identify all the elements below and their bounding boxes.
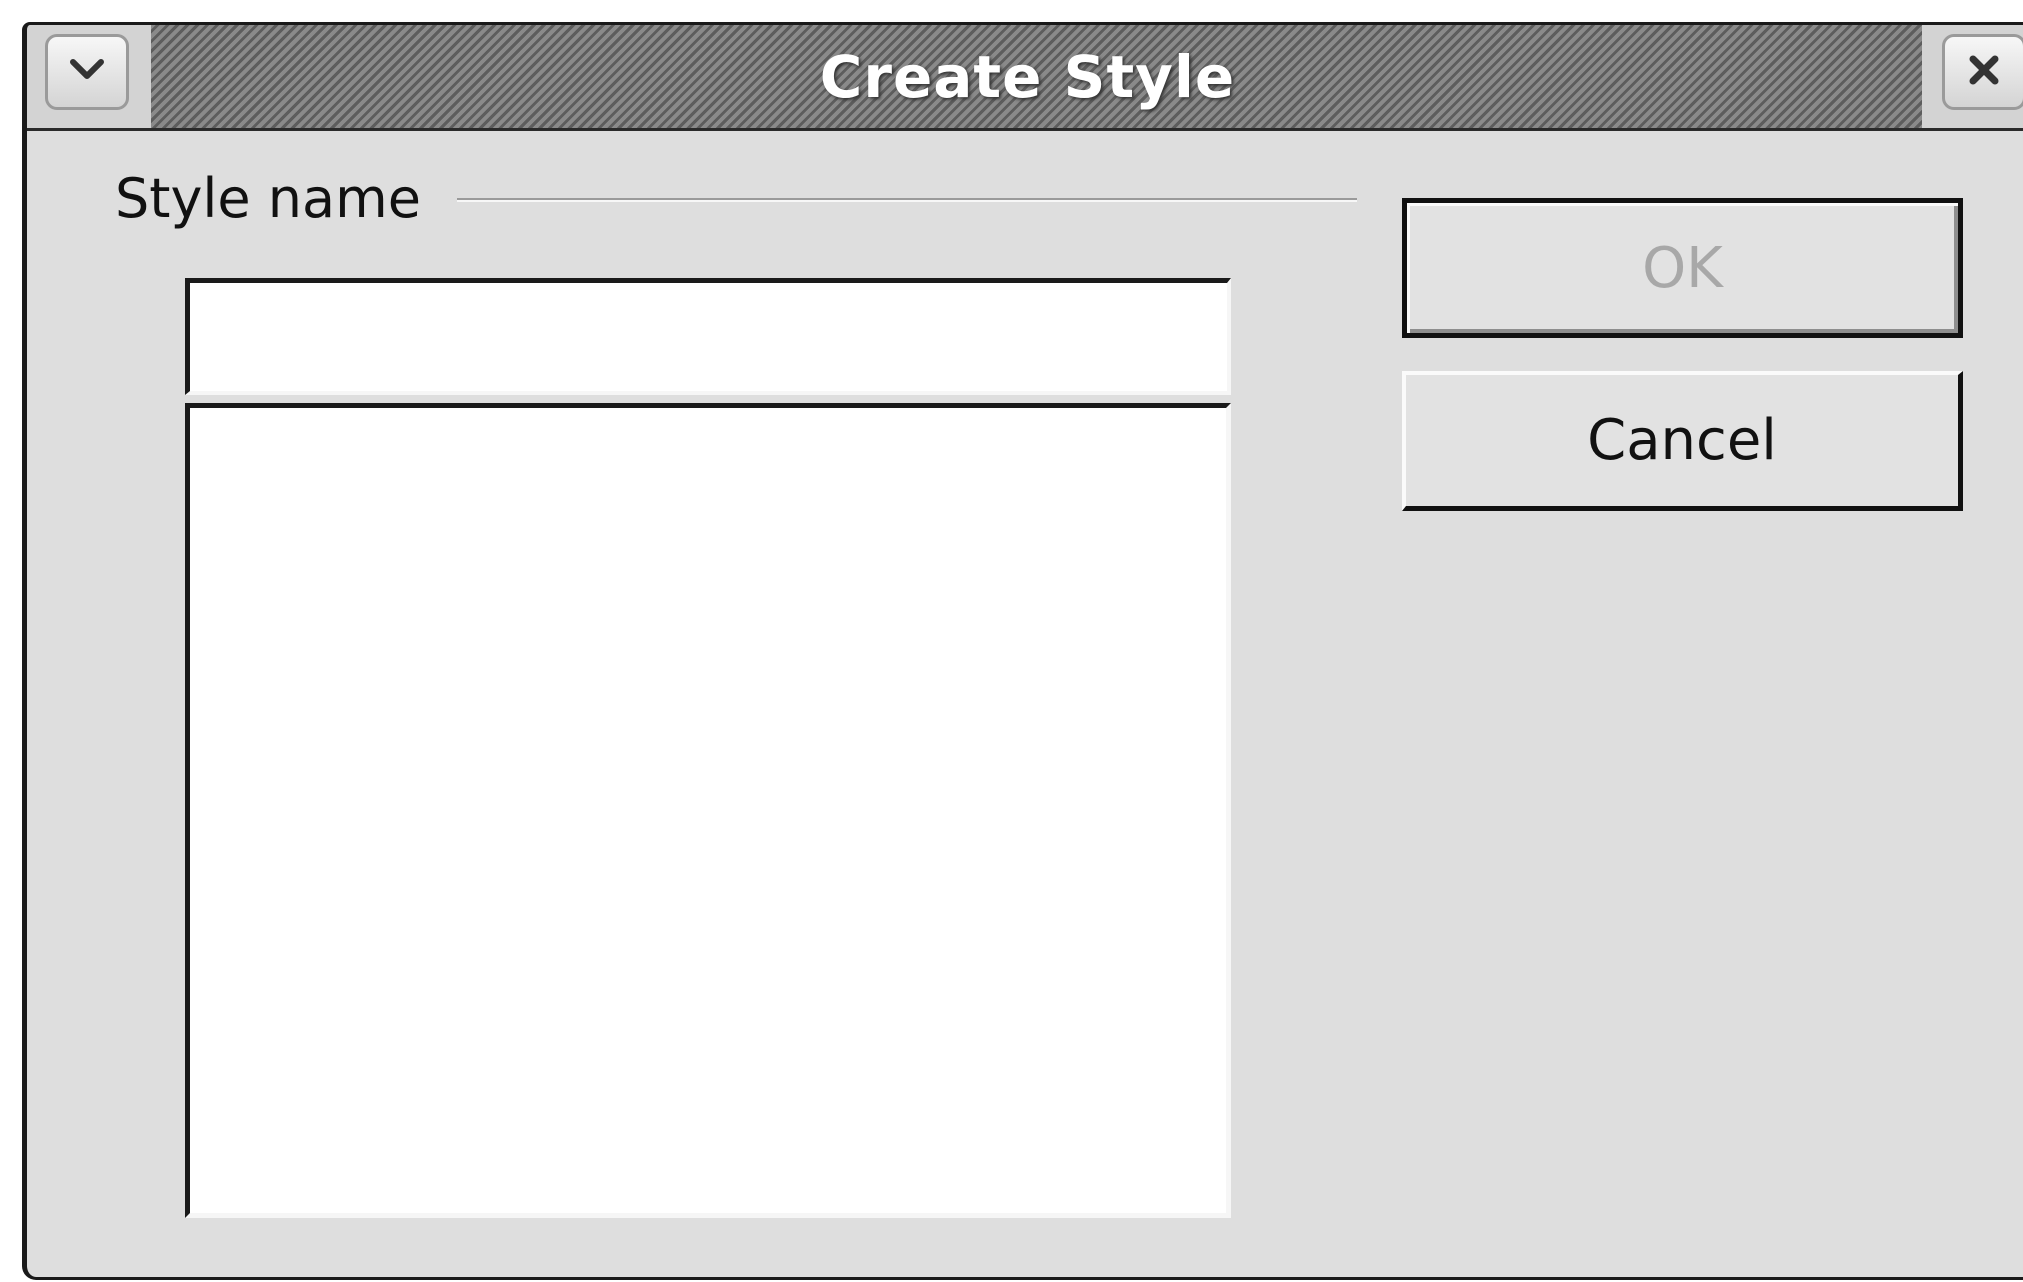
ok-button[interactable]: OK	[1402, 198, 1963, 338]
group-divider	[457, 198, 1357, 202]
title-bar[interactable]: Create Style	[27, 25, 2023, 131]
close-icon	[1967, 53, 2001, 91]
style-list[interactable]	[185, 403, 1231, 1218]
close-button[interactable]	[1942, 34, 2023, 110]
cancel-button[interactable]: Cancel	[1402, 371, 1963, 511]
create-style-dialog: Create Style Style name OK Cancel	[22, 22, 2023, 1280]
style-name-input[interactable]	[185, 278, 1231, 395]
style-name-label: Style name	[115, 167, 435, 230]
window-title: Create Style	[819, 43, 1236, 111]
